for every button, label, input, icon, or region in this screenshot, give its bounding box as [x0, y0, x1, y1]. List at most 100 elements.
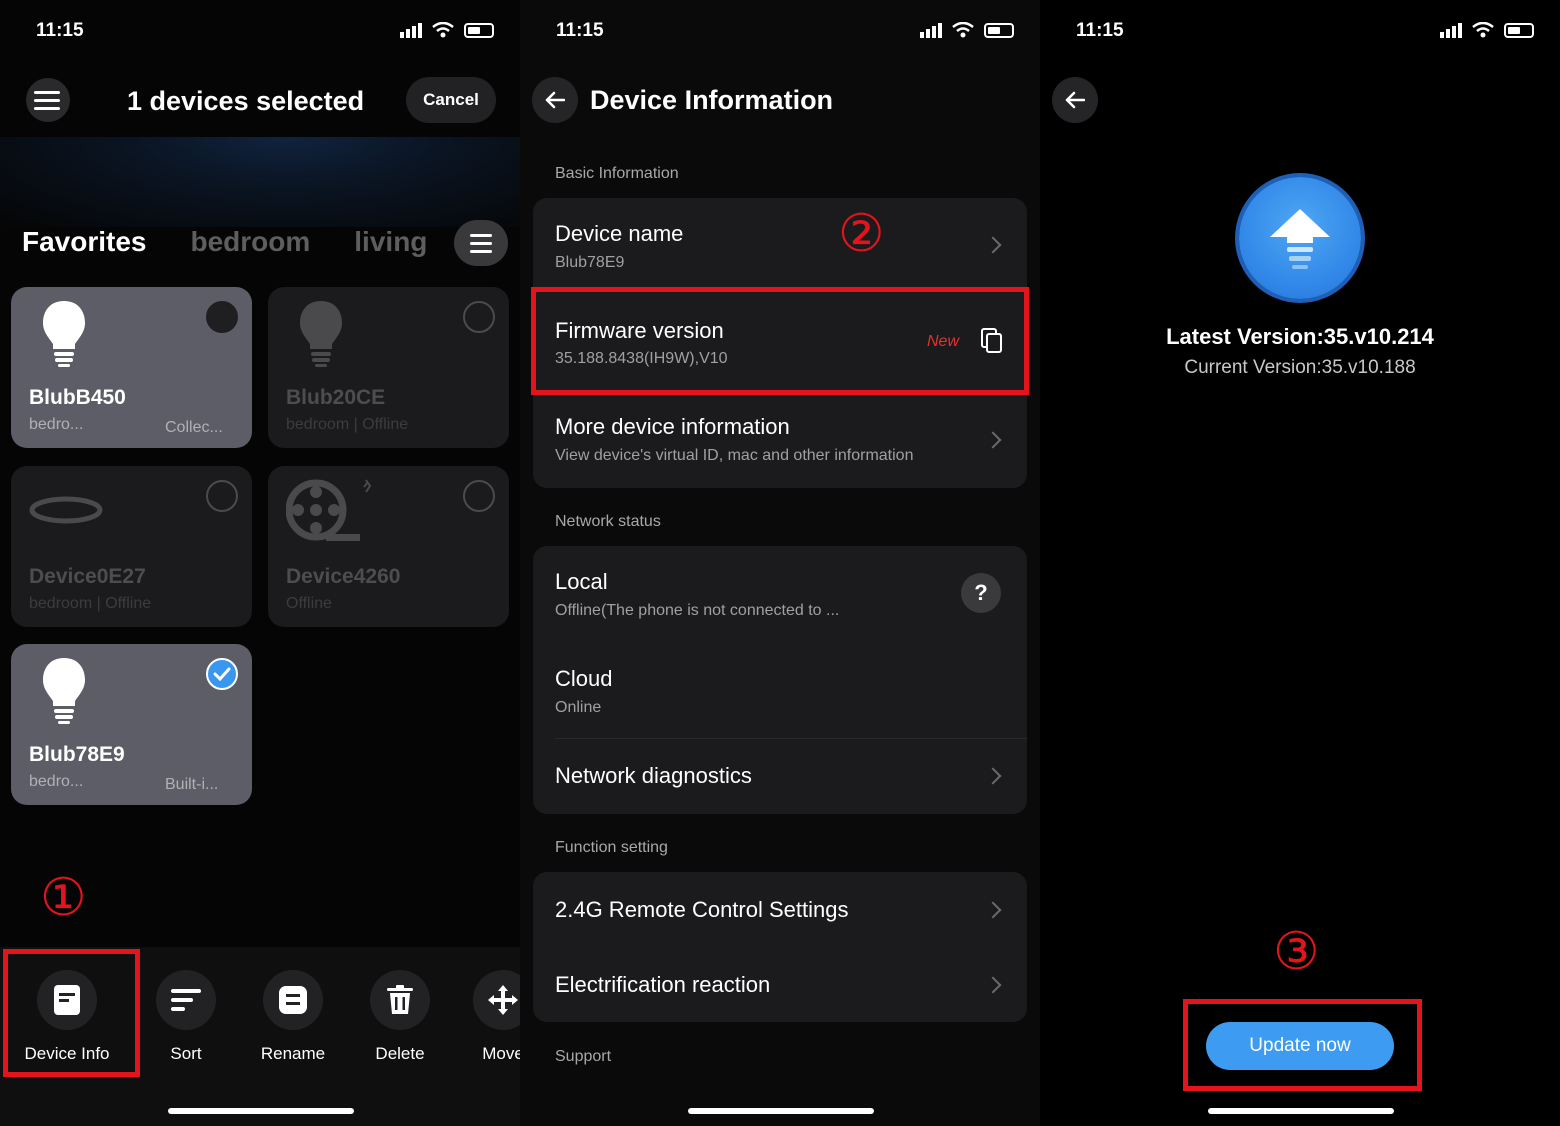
select-radio[interactable] [463, 301, 495, 333]
select-radio[interactable] [463, 480, 495, 512]
section-network-status: Network status [555, 513, 661, 530]
section-support: Support [555, 1048, 612, 1065]
network-diagnostics-row[interactable]: Network diagnostics [533, 739, 1027, 814]
step-marker-3: ③ [1273, 922, 1320, 982]
action-label: Sort [170, 1044, 202, 1063]
chevron-right-icon [984, 901, 1002, 919]
wifi-icon [1472, 22, 1494, 38]
wifi-icon [432, 22, 454, 38]
signal-icon [400, 22, 422, 38]
section-function-setting: Function setting [555, 839, 668, 856]
action-label: Move [482, 1044, 520, 1063]
tab-favorites[interactable]: Favorites [22, 226, 147, 258]
more-device-info-row[interactable]: More device information View device's vi… [533, 394, 1027, 488]
step-marker-1: ① [40, 868, 87, 928]
device-name: Blub78E9 [29, 743, 125, 766]
ceiling-light-icon [29, 496, 103, 524]
device-room: Offline [286, 595, 332, 612]
signal-icon [920, 22, 942, 38]
remote-control-settings-row[interactable]: 2.4G Remote Control Settings [533, 872, 1027, 947]
arrow-left-icon [545, 91, 565, 109]
device-card-device0e27[interactable]: Device0E27 bedroom | Offline [11, 466, 252, 627]
row-title: Network diagnostics [555, 763, 752, 788]
row-desc: Offline(The phone is not connected to ..… [555, 602, 840, 619]
device-group: Built-i... [165, 776, 219, 793]
highlight-device-info [3, 949, 140, 1077]
network-group: Local Offline(The phone is not connected… [533, 546, 1027, 814]
cancel-button[interactable]: Cancel [406, 77, 496, 123]
row-title: Cloud [555, 666, 613, 691]
device-card-device4260[interactable]: Device4260 Offline [268, 466, 509, 627]
device-name: BlubB450 [29, 386, 126, 409]
page-title: Device Information [590, 85, 834, 115]
device-group: Collec... [165, 419, 223, 436]
row-desc: Online [555, 699, 602, 716]
highlight-firmware [531, 287, 1029, 395]
firmware-update-screen: 11:15 Latest Version:35.v10.214 Current … [1040, 0, 1560, 1126]
back-button[interactable] [532, 77, 578, 123]
tab-bedroom[interactable]: bedroom [191, 226, 311, 258]
select-radio-checked[interactable] [206, 658, 238, 690]
chevron-right-icon [984, 236, 1002, 254]
help-icon[interactable]: ? [961, 573, 1001, 613]
device-room: bedroom | Offline [286, 416, 409, 433]
step-marker-2: ② [838, 204, 885, 264]
row-desc: View device's virtual ID, mac and other … [555, 447, 914, 464]
device-card-blub20ce[interactable]: Blub20CE bedroom | Offline [268, 287, 509, 448]
move-button[interactable]: Move [453, 970, 520, 1064]
film-reel-icon [286, 479, 372, 541]
row-title: 2.4G Remote Control Settings [555, 897, 849, 922]
electrification-reaction-row[interactable]: Electrification reaction [533, 947, 1027, 1022]
arrow-left-icon [1065, 91, 1085, 109]
tab-menu-button[interactable] [454, 220, 508, 266]
home-indicator [1208, 1108, 1394, 1114]
action-label: Delete [375, 1044, 425, 1063]
function-group: 2.4G Remote Control Settings Electrifica… [533, 872, 1027, 1022]
current-version: Current Version:35.v10.188 [1184, 357, 1416, 378]
device-name-row[interactable]: Device name Blub78E9 [533, 198, 1027, 288]
battery-icon [984, 22, 1014, 38]
chevron-right-icon [984, 431, 1002, 449]
check-icon [213, 667, 231, 681]
delete-button[interactable]: Delete [350, 970, 450, 1064]
home-indicator [168, 1108, 354, 1114]
move-icon [488, 985, 518, 1015]
device-card-blub78e9[interactable]: Blub78E9 bedro... Built-i... [11, 644, 252, 805]
chevron-right-icon [984, 976, 1002, 994]
status-icons [920, 22, 1014, 38]
sort-icon [171, 989, 201, 1011]
device-room: bedroom | Offline [29, 595, 152, 612]
multi-select-menu-icon[interactable] [26, 78, 70, 122]
row-title: Local [555, 569, 608, 594]
status-icons [1440, 22, 1534, 38]
select-radio[interactable] [206, 480, 238, 512]
highlight-update-now [1183, 999, 1422, 1091]
device-name: Device4260 [286, 565, 401, 588]
room-tabs: Favorites bedroom living [22, 226, 427, 258]
action-label: Rename [260, 1044, 326, 1063]
back-button[interactable] [1052, 77, 1098, 123]
row-value: Blub78E9 [555, 254, 625, 271]
signal-icon [1440, 22, 1462, 38]
status-time: 11:15 [1076, 20, 1124, 41]
status-time: 11:15 [36, 20, 84, 41]
upload-icon [1239, 177, 1361, 299]
row-title: Device name [555, 221, 684, 246]
device-room: bedro... [29, 416, 84, 433]
rename-icon [279, 986, 307, 1014]
bulb-icon [43, 301, 85, 367]
sort-button[interactable]: Sort [136, 970, 236, 1064]
device-information-screen: 11:15 Device Information Basic Informati… [520, 0, 1040, 1126]
page-title: 1 devices selected [127, 86, 365, 116]
local-row: Local Offline(The phone is not connected… [533, 546, 1027, 642]
bulb-icon [300, 301, 342, 367]
row-title: Electrification reaction [555, 972, 771, 997]
home-indicator [688, 1108, 874, 1114]
tab-living[interactable]: living [354, 226, 427, 258]
chevron-right-icon [984, 767, 1002, 785]
device-card-blubb450[interactable]: BlubB450 bedro... Collec... [11, 287, 252, 448]
latest-version: Latest Version:35.v10.214 [1166, 324, 1434, 349]
device-list-screen: 11:15 1 devices selected Cancel Favorite… [0, 0, 520, 1126]
rename-button[interactable]: Rename [243, 970, 343, 1064]
select-radio[interactable] [206, 301, 238, 333]
